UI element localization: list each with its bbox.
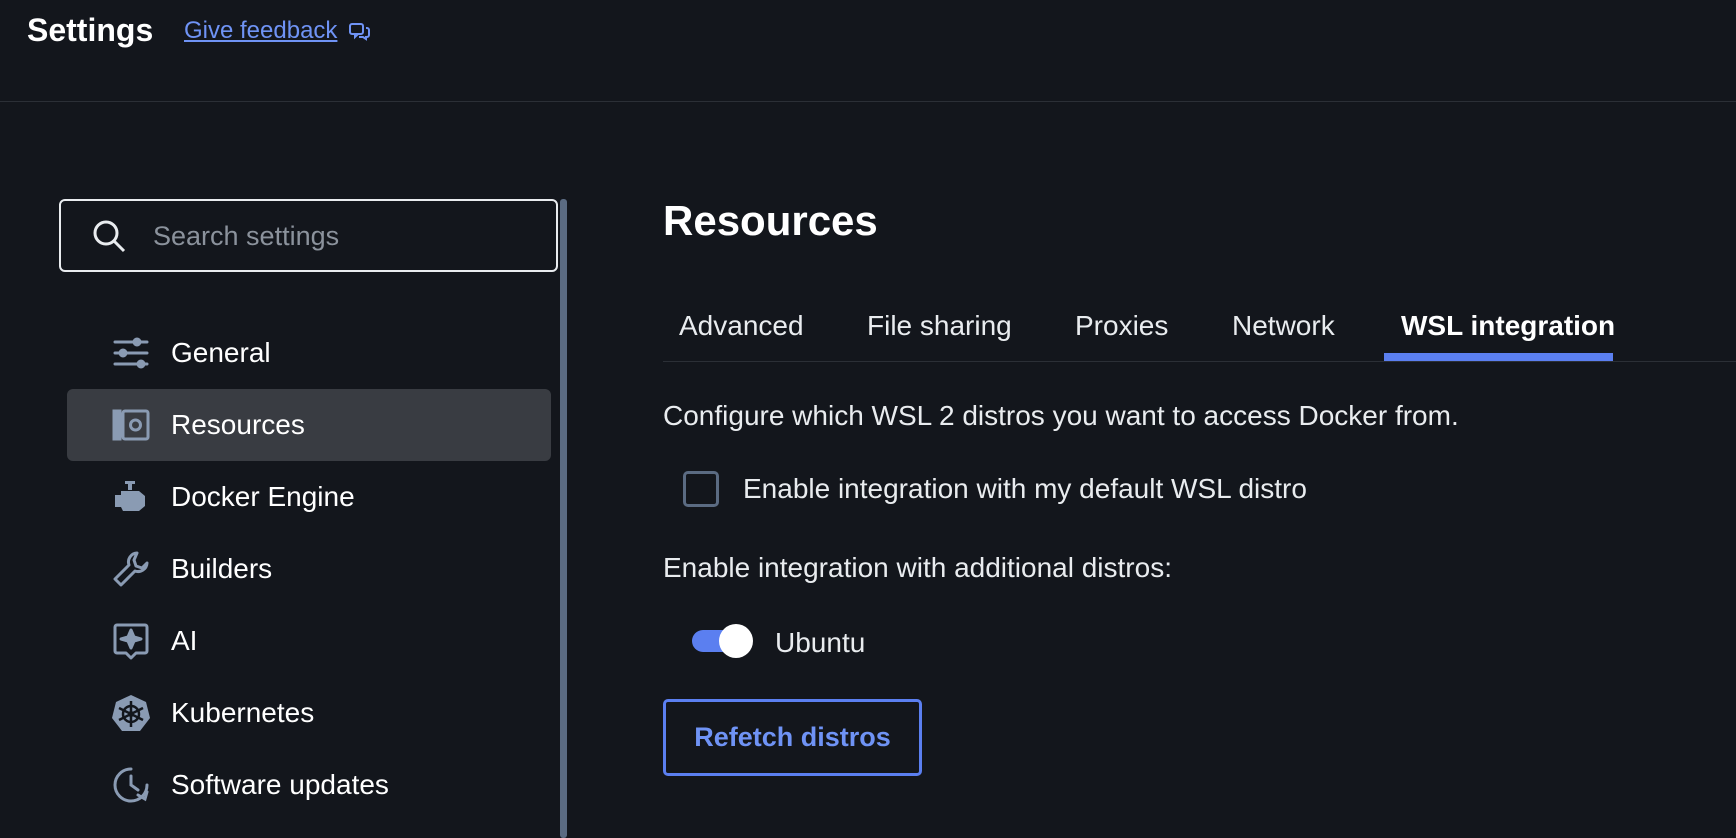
search-box[interactable] bbox=[59, 199, 558, 272]
tab-proxies[interactable]: Proxies bbox=[1075, 310, 1168, 342]
tab-advanced[interactable]: Advanced bbox=[679, 310, 804, 342]
sidebar-item-label: Builders bbox=[171, 553, 273, 584]
default-distro-option[interactable]: Enable integration with my default WSL d… bbox=[683, 471, 1307, 507]
tab-network[interactable]: Network bbox=[1232, 310, 1335, 342]
distro-label: Ubuntu bbox=[775, 627, 866, 658]
sidebar-item-ai[interactable]: AI bbox=[67, 605, 551, 677]
wrench-icon bbox=[111, 549, 151, 589]
kubernetes-icon bbox=[111, 693, 151, 733]
sidebar-item-docker-engine[interactable]: Docker Engine bbox=[67, 461, 551, 533]
sidebar-item-label: AI bbox=[171, 625, 198, 656]
sidebar-item-software-updates[interactable]: Software updates bbox=[67, 749, 551, 821]
sidebar-scrollbar[interactable] bbox=[560, 199, 567, 838]
wsl-description: Configure which WSL 2 distros you want t… bbox=[663, 400, 1459, 431]
sidebar-item-label: General bbox=[171, 337, 271, 368]
feedback-chat-icon bbox=[349, 23, 371, 41]
sidebar-item-kubernetes[interactable]: Kubernetes bbox=[67, 677, 551, 749]
give-feedback-label: Give feedback bbox=[184, 17, 338, 44]
sidebar-item-builders[interactable]: Builders bbox=[67, 533, 551, 605]
section-heading: Resources bbox=[663, 197, 878, 244]
default-distro-checkbox[interactable] bbox=[683, 471, 719, 507]
default-distro-label: Enable integration with my default WSL d… bbox=[743, 473, 1307, 504]
ubuntu-toggle[interactable] bbox=[692, 624, 753, 658]
toggle-knob bbox=[719, 624, 753, 658]
sidebar-item-label: Docker Engine bbox=[171, 481, 355, 512]
tab-bar: Advanced File sharing Proxies Network WS… bbox=[663, 300, 1736, 362]
sidebar-item-label: Kubernetes bbox=[171, 697, 315, 728]
resources-icon bbox=[111, 405, 151, 445]
engine-icon bbox=[111, 477, 151, 517]
search-input[interactable] bbox=[151, 211, 545, 261]
give-feedback-link[interactable]: Give feedback bbox=[184, 17, 371, 45]
tab-file-sharing[interactable]: File sharing bbox=[867, 310, 1012, 342]
sidebar-item-resources[interactable]: Resources bbox=[67, 389, 551, 461]
additional-distros-heading: Enable integration with additional distr… bbox=[663, 552, 1172, 583]
active-tab-indicator bbox=[1384, 353, 1613, 361]
clock-update-icon bbox=[111, 765, 151, 805]
sidebar-item-general[interactable]: General bbox=[67, 317, 551, 389]
sliders-icon bbox=[111, 333, 151, 373]
ai-sparkle-icon bbox=[111, 621, 151, 661]
sidebar-item-label: Software updates bbox=[171, 769, 389, 800]
search-icon bbox=[93, 220, 126, 253]
sidebar-item-label: Resources bbox=[171, 409, 305, 440]
page-title: Settings bbox=[27, 12, 154, 48]
top-bar: Settings Give feedback bbox=[0, 0, 1736, 102]
tab-wsl-integration[interactable]: WSL integration bbox=[1401, 310, 1615, 342]
refetch-distros-button[interactable]: Refetch distros bbox=[663, 699, 922, 776]
sidebar-nav: General Resources Docker Engine Builders… bbox=[67, 317, 551, 821]
